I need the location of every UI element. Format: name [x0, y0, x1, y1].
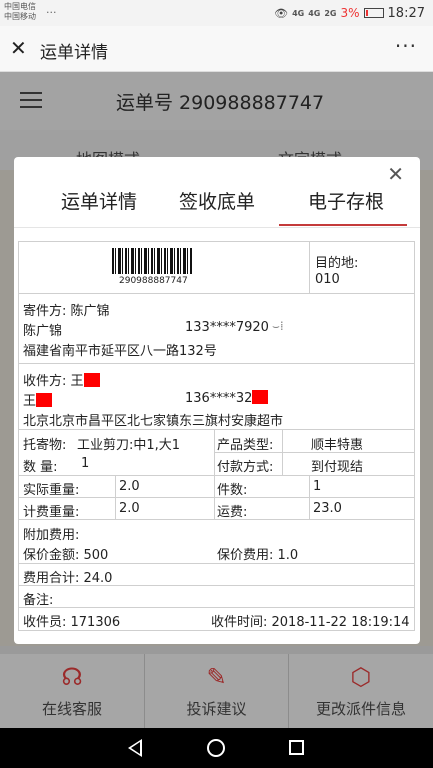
consignment-row: 托寄物: 工业剪刀:中1,大1 数 量: 1 产品类型: 顺丰特惠 付款方式: …	[19, 430, 414, 476]
close-icon[interactable]: ✕	[10, 36, 34, 60]
waybill-header: 运单号 290988887747	[0, 72, 433, 130]
product-type-value: 顺丰特惠	[311, 438, 364, 453]
modal-tabs: 运单详情 签收底单 电子存根	[14, 179, 420, 227]
sender-name: 陈广锦	[23, 324, 63, 339]
insured-fee: 保价费用: 1.0	[217, 548, 299, 563]
barcode-number: 290988887747	[119, 276, 188, 286]
electronic-stub: 290988887747 目的地: 010 寄件方: 陈广锦 陈广锦 133**…	[18, 241, 415, 631]
destination-label: 目的地:	[315, 256, 359, 271]
sender-label: 寄件方: 陈广锦	[23, 304, 110, 319]
signal-2g-icon: 2G	[324, 8, 337, 18]
bottom-action-bar: ☊ 在线客服 ✎ 投诉建议 ⬡ 更改派件信息	[0, 654, 433, 728]
payment-label: 付款方式:	[217, 460, 274, 475]
barcode-row: 290988887747 目的地: 010	[19, 242, 414, 294]
eye-comfort-icon: 👁	[274, 6, 289, 20]
courier-id: 收件员: 171306	[23, 615, 121, 630]
actual-weight-label: 实际重量:	[23, 483, 80, 498]
change-delivery-button[interactable]: ⬡ 更改派件信息	[288, 654, 433, 728]
waybill-modal: ✕ 运单详情 签收底单 电子存根 290988887747 目的地: 010 寄…	[14, 157, 420, 644]
carrier-2: 中国移动	[4, 12, 36, 21]
complaint-button[interactable]: ✎ 投诉建议	[144, 654, 288, 728]
charge-weight-value: 2.0	[119, 501, 140, 516]
home-icon[interactable]	[207, 739, 225, 757]
change-delivery-label: 更改派件信息	[315, 700, 406, 718]
payment-value: 到付现结	[311, 460, 364, 475]
pickup-time: 收件时间: 2018-11-22 18:19:14	[211, 615, 410, 630]
battery-percent: 3%	[340, 6, 360, 20]
clock: 18:27	[387, 5, 425, 21]
recipient-name-wrap: 王	[23, 390, 53, 409]
signal-4g-2-icon: 4G	[308, 8, 321, 18]
recipient-name: 王	[23, 394, 37, 409]
charge-weight-row: 计费重量: 2.0 运费: 23.0	[19, 498, 414, 520]
active-tab-indicator	[279, 224, 407, 226]
carrier-labels: 中国电信 中国移动	[4, 2, 36, 22]
remark-label: 备注:	[23, 593, 54, 608]
tab-electronic-stub[interactable]: 电子存根	[284, 187, 408, 214]
product-type-label: 产品类型:	[217, 438, 274, 453]
redaction-mark	[83, 373, 100, 387]
redaction-mark	[252, 390, 269, 404]
system-nav-bar	[0, 728, 433, 768]
page-title: 运单详情	[40, 43, 108, 63]
tab-signed-receipt[interactable]: 签收底单	[162, 187, 272, 214]
signal-4g-icon: 4G	[292, 8, 305, 18]
notification-dots: ...	[46, 3, 57, 16]
barcode-image	[112, 248, 192, 274]
extra-fee-row: 附加费用: 保价金额: 500 保价费用: 1.0	[19, 520, 414, 564]
freight-value: 23.0	[313, 501, 342, 516]
complaint-label: 投诉建议	[186, 700, 247, 718]
charge-weight-label: 计费重量:	[23, 505, 80, 520]
consignment-label: 托寄物:	[23, 438, 67, 453]
recipient-address: 北京北京市昌平区北七家镇东三旗村安康超市	[23, 414, 284, 429]
carrier-1: 中国电信	[4, 2, 36, 11]
more-options-icon[interactable]: ···	[395, 36, 417, 56]
consignment-value: 工业剪刀:中1,大1	[77, 438, 181, 453]
pieces-value: 1	[313, 479, 322, 494]
status-bar: 中国电信 中国移动 ... 👁 4G 4G 2G 3% 18:27	[0, 0, 433, 26]
recipient-label: 收件方: 王	[23, 374, 84, 389]
online-service-label: 在线客服	[41, 700, 102, 718]
quantity-label: 数 量:	[23, 460, 58, 475]
total-fee-row: 费用合计: 24.0	[19, 564, 414, 586]
redaction-mark	[36, 393, 53, 407]
actual-weight-value: 2.0	[119, 479, 140, 494]
edit-icon: ✎	[206, 663, 227, 691]
box-icon: ⬡	[350, 663, 372, 691]
tab-waybill-details[interactable]: 运单详情	[34, 187, 164, 214]
recipient-label-wrap: 收件方: 王	[23, 370, 100, 389]
freight-label: 运费:	[217, 505, 248, 520]
recipient-row: 收件方: 王 王 136****32 北京北京市昌平区北七家镇东三旗村安康超市	[19, 364, 414, 430]
menu-icon[interactable]	[20, 92, 42, 108]
title-bar: ✕ 运单详情 ···	[0, 26, 433, 72]
online-service-button[interactable]: ☊ 在线客服	[0, 654, 144, 728]
insured-amount: 保价金额: 500	[23, 548, 109, 563]
battery-icon	[363, 8, 384, 18]
sender-address: 福建省南平市延平区八一路132号	[23, 344, 217, 359]
actual-weight-row: 实际重量: 2.0 件数: 1	[19, 476, 414, 498]
extra-fee-label: 附加费用:	[23, 528, 80, 543]
recipient-phone-wrap: 136****32	[185, 390, 269, 406]
recent-apps-icon[interactable]	[289, 740, 304, 755]
tabs-divider	[14, 227, 420, 228]
sender-row: 寄件方: 陈广锦 陈广锦 133****7920 ⌣⁞ 福建省南平市延平区八一路…	[19, 294, 414, 364]
sender-phone: 133****7920	[185, 320, 269, 335]
recipient-phone: 136****32	[185, 391, 253, 406]
headset-icon: ☊	[61, 663, 83, 691]
waybill-number: 运单号 290988887747	[116, 92, 325, 114]
quantity-value: 1	[81, 456, 90, 471]
pieces-label: 件数:	[217, 483, 248, 498]
back-icon[interactable]	[128, 739, 142, 757]
destination-code: 010	[315, 272, 340, 287]
courier-row: 收件员: 171306 收件时间: 2018-11-22 18:19:14	[19, 608, 414, 630]
remark-row: 备注:	[19, 586, 414, 608]
status-icons: 👁 4G 4G 2G 3% 18:27	[274, 4, 425, 22]
total-fee: 费用合计: 24.0	[23, 571, 113, 586]
show-phone-icon[interactable]: ⌣⁞	[272, 319, 284, 334]
